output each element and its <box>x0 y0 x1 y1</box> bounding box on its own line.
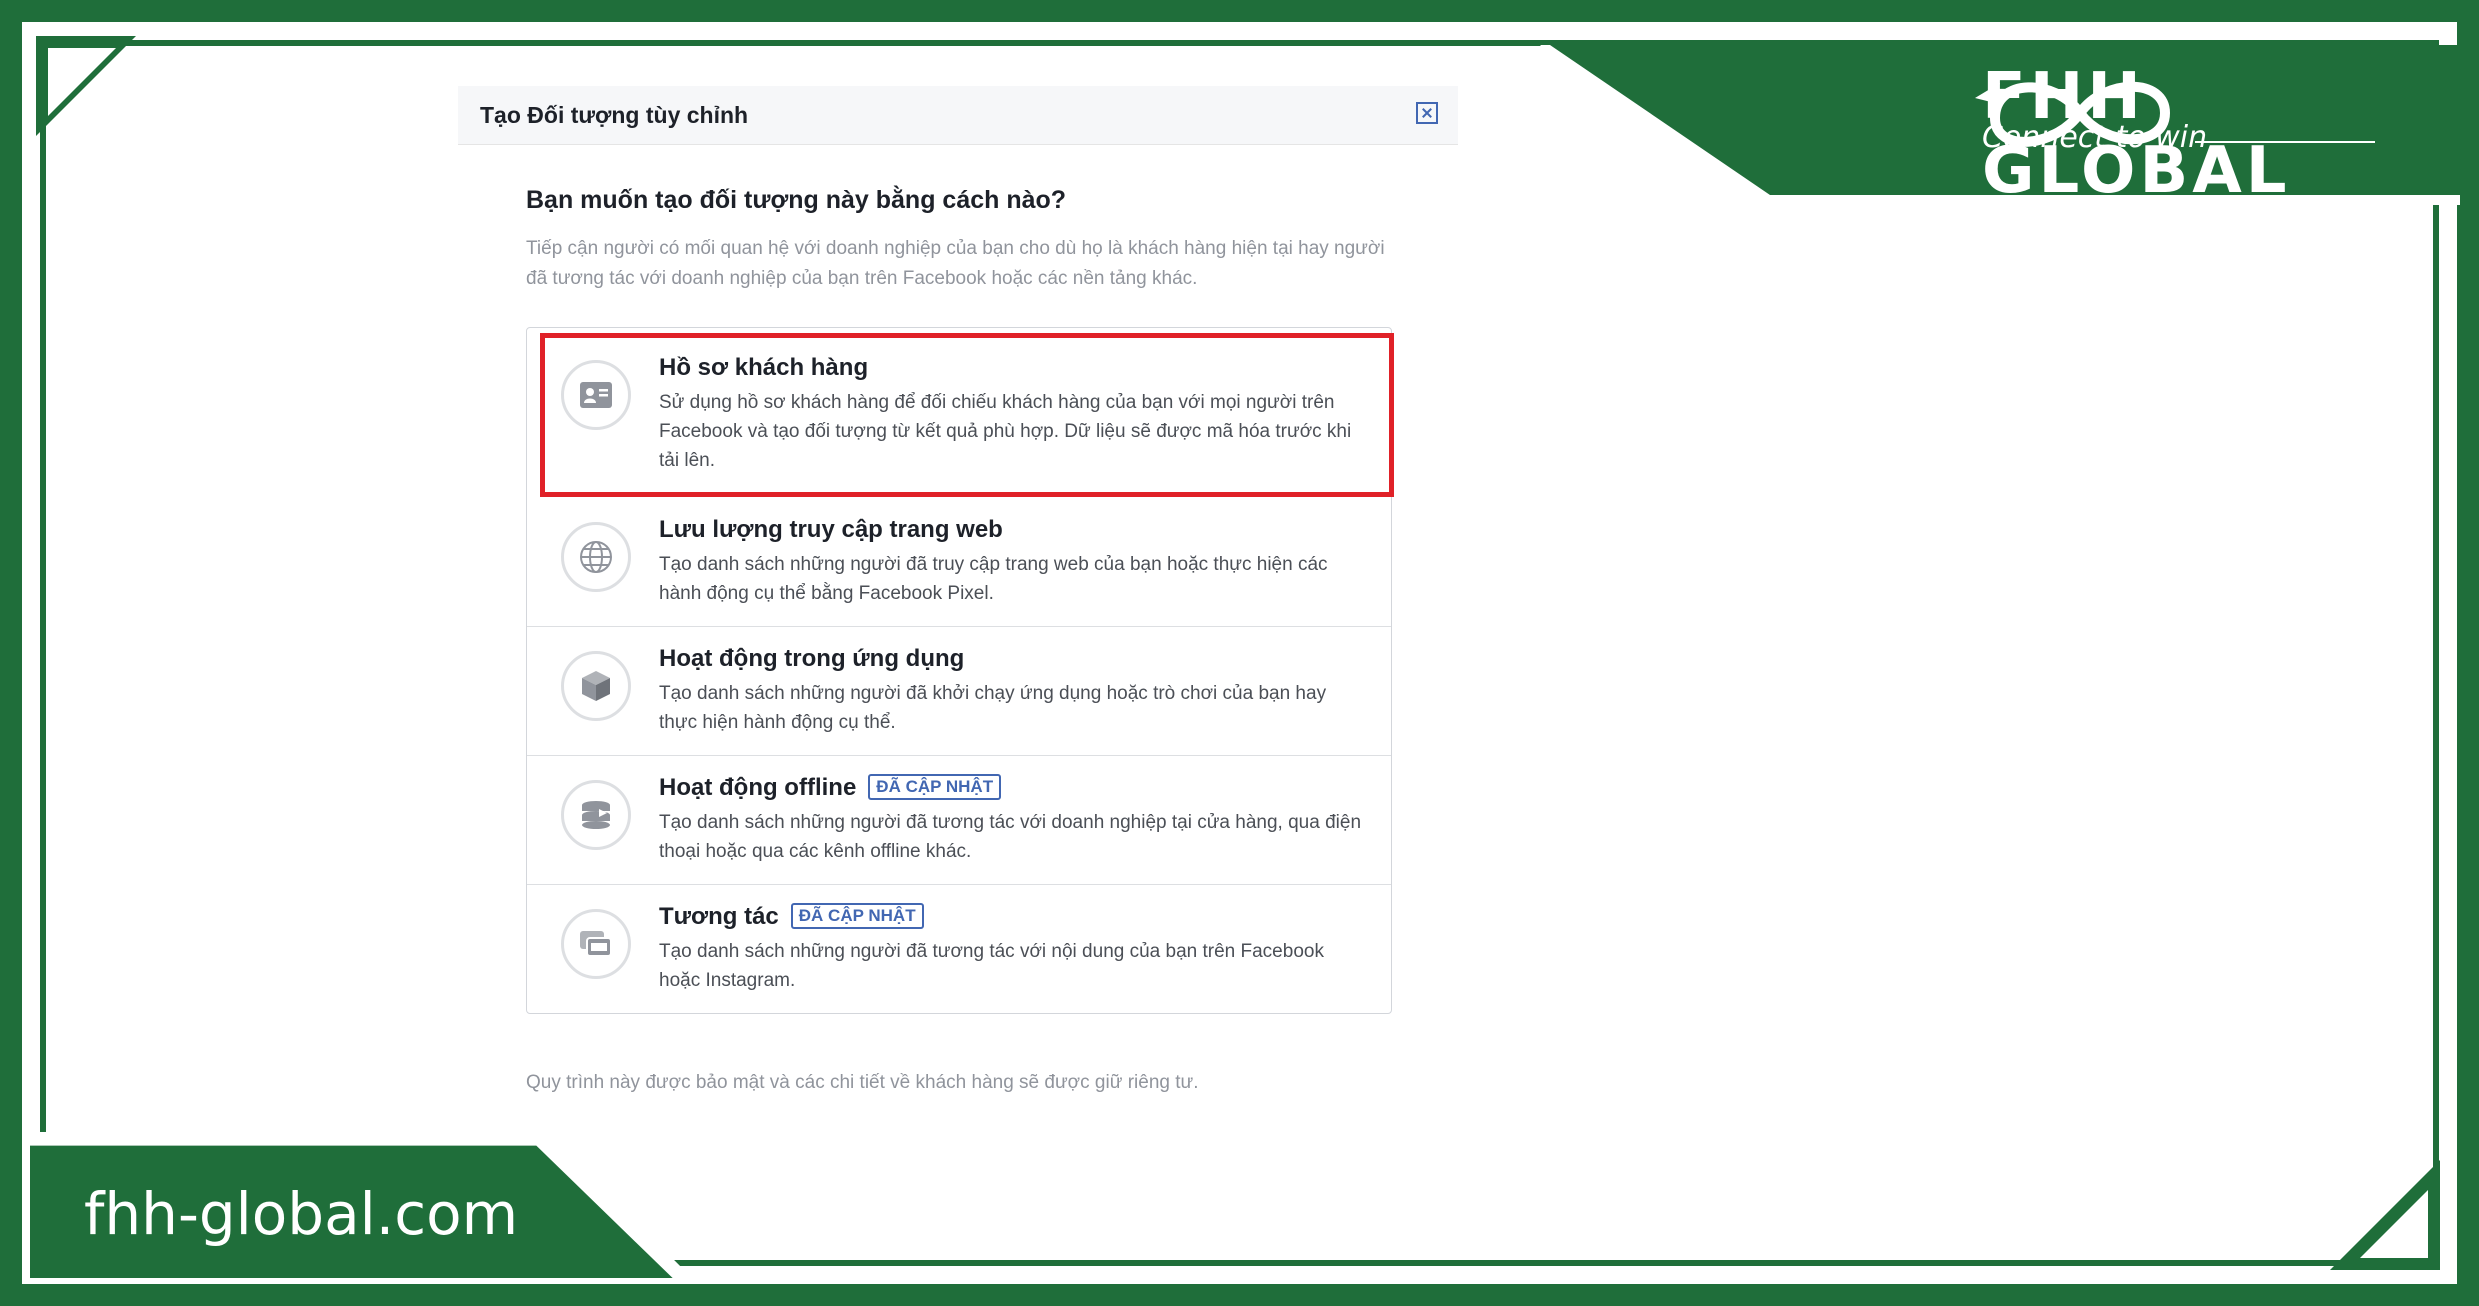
offline-stack-icon <box>561 780 631 850</box>
option-desc: Tạo danh sách những người đã tương tác v… <box>659 812 1362 862</box>
option-title: Lưu lượng truy cập trang web <box>659 516 1003 543</box>
globe-icon <box>561 522 631 592</box>
option-title: Hoạt động offline ĐÃ CẬP NHẬT <box>659 774 1367 802</box>
option-title: Tương tác ĐÃ CẬP NHẬT <box>659 903 1367 931</box>
updated-badge: ĐÃ CẬP NHẬT <box>868 774 1002 800</box>
slogan-divider <box>2195 141 2375 143</box>
option-website-traffic[interactable]: Lưu lượng truy cập trang web Tạo danh sá… <box>527 498 1391 627</box>
option-desc: Tạo danh sách những người đã khởi chạy ứ… <box>659 683 1327 733</box>
option-desc: Tạo danh sách những người đã truy cập tr… <box>659 554 1328 604</box>
contact-card-icon <box>561 360 631 430</box>
dialog-title: Tạo Đối tượng tùy chỉnh <box>480 102 749 128</box>
option-title: Hoạt động trong ứng dụng <box>659 645 965 672</box>
option-offline-activity[interactable]: Hoạt động offline ĐÃ CẬP NHẬT Tạo danh sá… <box>527 756 1391 885</box>
option-customer-file[interactable]: Hồ sơ khách hàng Sử dụng hồ sơ khách hàn… <box>540 333 1394 497</box>
site-url[interactable]: fhh-global.com <box>84 1180 518 1248</box>
privacy-footnote: Quy trình này được bảo mật và các chi ti… <box>526 1072 1199 1093</box>
engagement-cards-icon <box>561 909 631 979</box>
option-app-activity[interactable]: Hoạt động trong ứng dụng Tạo danh sách n… <box>527 627 1391 756</box>
dialog-question: Bạn muốn tạo đối tượng này bằng cách nào… <box>526 186 1067 214</box>
cube-icon <box>561 651 631 721</box>
corner-triangle-top-left <box>36 36 136 136</box>
brand-slogan: Connect to win <box>1982 120 2208 155</box>
audience-source-options: Hồ sơ khách hàng Sử dụng hồ sơ khách hàn… <box>526 327 1394 1014</box>
option-engagement[interactable]: Tương tác ĐÃ CẬP NHẬT Tạo danh sách những… <box>527 885 1391 1013</box>
close-icon[interactable] <box>1416 102 1438 124</box>
option-title: Hồ sơ khách hàng <box>659 354 869 381</box>
dialog-header: Tạo Đối tượng tùy chỉnh <box>458 86 1458 145</box>
option-desc: Sử dụng hồ sơ khách hàng để đối chiếu kh… <box>659 392 1352 471</box>
dialog-description: Tiếp cận người có mối quan hệ với doanh … <box>526 238 1385 289</box>
corner-triangle-bottom-right <box>2330 1160 2440 1270</box>
updated-badge: ĐÃ CẬP NHẬT <box>790 903 924 929</box>
option-desc: Tạo danh sách những người đã tương tác v… <box>659 941 1324 991</box>
custom-audience-dialog: Tạo Đối tượng tùy chỉnh Bạn muốn tạo đối… <box>458 86 1458 1136</box>
